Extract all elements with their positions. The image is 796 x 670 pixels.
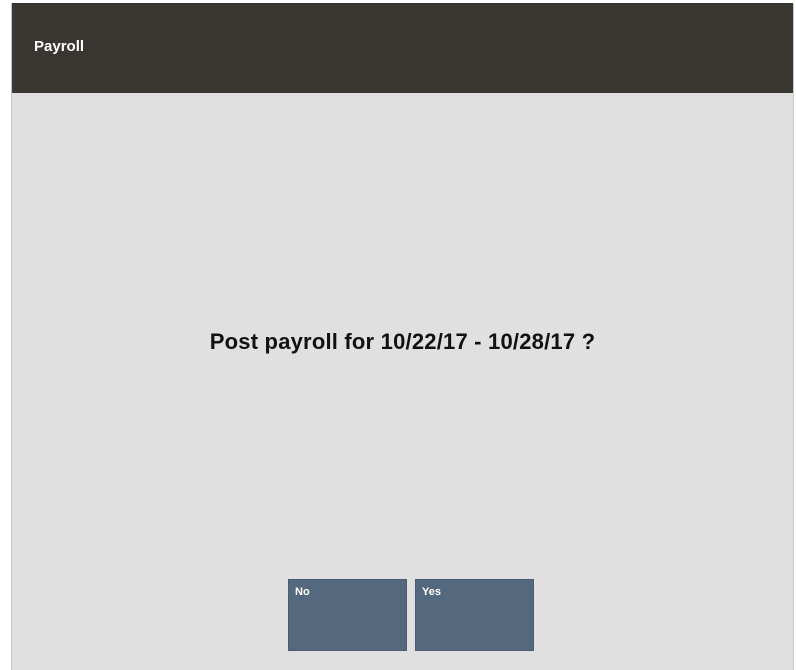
window-title: Payroll — [34, 37, 85, 55]
payroll-window: Payroll Post payroll for 10/22/17 - 10/2… — [11, 3, 794, 670]
no-button-label: No — [295, 586, 310, 598]
no-button[interactable]: No — [288, 579, 407, 651]
yes-button-label: Yes — [422, 586, 441, 598]
yes-button[interactable]: Yes — [415, 579, 534, 651]
title-bar: Payroll — [12, 3, 793, 93]
confirmation-message: Post payroll for 10/22/17 - 10/28/17 ? — [209, 329, 596, 354]
